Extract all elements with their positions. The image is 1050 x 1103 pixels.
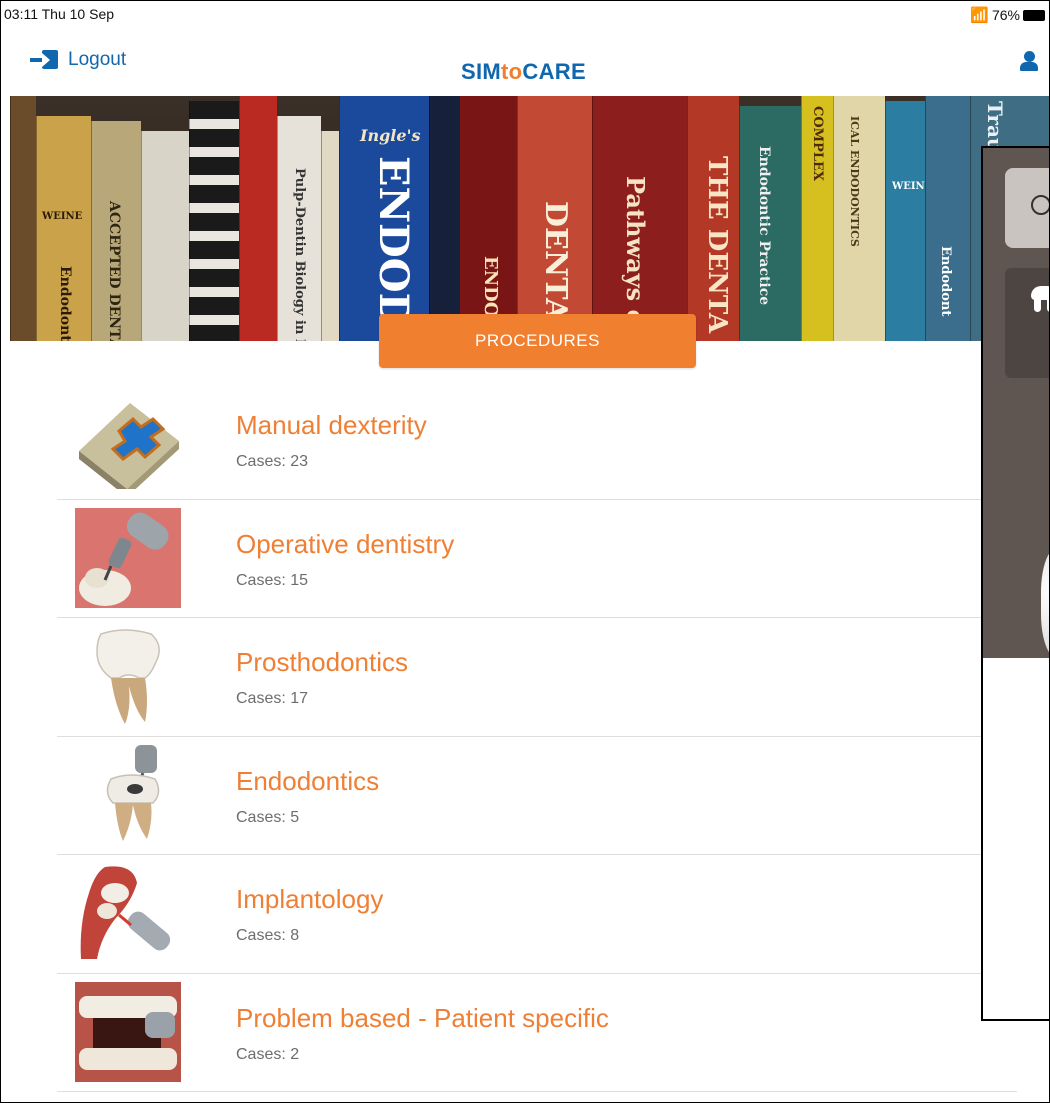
cross-block-image xyxy=(79,403,179,489)
book-spine-title: Endodontic Practice xyxy=(756,146,772,306)
logout-label: Logout xyxy=(68,49,127,70)
molar-image xyxy=(96,629,160,724)
book-spine-title: Pulp-Dentin Biology in Resto xyxy=(292,168,307,341)
procedure-case-count: Cases: 15 xyxy=(236,571,309,589)
endo-tooth-image xyxy=(106,744,160,841)
app-window: 03:11 Thu 10 Sep 📶 76% Logout SIMtoCARE … xyxy=(0,0,1050,1103)
procedures-list: Manual dexterity Cases: 23 Operative den… xyxy=(57,381,1017,1092)
procedure-item-implantology[interactable]: Implantology Cases: 8 xyxy=(57,855,1017,974)
book-spine-title: Endodont xyxy=(57,266,73,341)
book-spine-title: ACCEPTED DENTA xyxy=(106,201,122,341)
user-profile-icon[interactable] xyxy=(1019,51,1039,75)
procedure-title: Manual dexterity xyxy=(236,410,427,440)
procedure-item-manual-dexterity[interactable]: Manual dexterity Cases: 23 xyxy=(57,381,1017,500)
battery-percent: 76% xyxy=(991,7,1020,23)
procedure-item-operative-dentistry[interactable]: Operative dentistry Cases: 15 xyxy=(57,500,1017,618)
book-spine-title: Pathways of xyxy=(621,176,650,336)
side-preview-panel[interactable] xyxy=(981,146,1049,1021)
procedure-title: Problem based - Patient specific xyxy=(236,1002,609,1033)
procedure-case-count: Cases: 2 xyxy=(236,1045,300,1063)
nav-bar: Logout SIMtoCARE xyxy=(1,29,1049,93)
book-spine-title: WEINE xyxy=(892,181,925,192)
procedure-case-count: Cases: 17 xyxy=(236,690,309,707)
procedure-item-endodontics[interactable]: Endodontics Cases: 5 xyxy=(57,737,1017,855)
implant-image xyxy=(80,866,171,959)
book-spine-title: DENTA xyxy=(538,201,573,322)
drill-tooth-image xyxy=(75,507,181,608)
procedure-title: Implantology xyxy=(236,884,384,914)
procedure-case-count: Cases: 23 xyxy=(236,453,309,470)
logout-button[interactable]: Logout xyxy=(28,49,126,71)
book-spine-title: Endodont xyxy=(938,246,953,317)
procedure-item-problem-based[interactable]: Problem based - Patient specific Cases: … xyxy=(57,974,1017,1092)
book-spine-title: ICAL ENDODONTICS xyxy=(848,116,861,247)
open-mouth-image xyxy=(75,981,181,1082)
book-spine-title: THE DENTA xyxy=(702,156,732,334)
brand-logo: SIMtoCARE xyxy=(461,59,586,84)
status-indicators: 📶 76% xyxy=(970,6,1045,24)
status-bar: 03:11 Thu 10 Sep 📶 76% xyxy=(1,1,1049,29)
book-spine-title: WEINE xyxy=(42,211,83,222)
procedure-title: Prosthodontics xyxy=(236,647,408,677)
book-spine-title: COMPLEX xyxy=(810,106,825,181)
procedure-item-prosthodontics[interactable]: Prosthodontics Cases: 17 xyxy=(57,618,1017,737)
tooth-icon xyxy=(1029,284,1049,314)
wifi-icon: 📶 xyxy=(970,7,989,24)
procedures-tab-button[interactable]: PROCEDURES xyxy=(379,314,696,368)
books-banner-image: Endodont WEINE ACCEPTED DENTA Pulp-Dentin… xyxy=(10,96,1049,341)
book-spine-title: Ingle's xyxy=(360,126,421,145)
status-time: 03:11 Thu 10 Sep xyxy=(4,6,115,22)
procedure-title: Operative dentistry xyxy=(236,528,455,559)
logout-icon xyxy=(28,49,58,71)
procedure-case-count: Cases: 5 xyxy=(236,808,300,826)
search-icon xyxy=(1031,195,1049,215)
battery-icon xyxy=(1023,9,1045,21)
procedure-case-count: Cases: 8 xyxy=(236,927,300,944)
procedure-title: Endodontics xyxy=(236,765,380,796)
